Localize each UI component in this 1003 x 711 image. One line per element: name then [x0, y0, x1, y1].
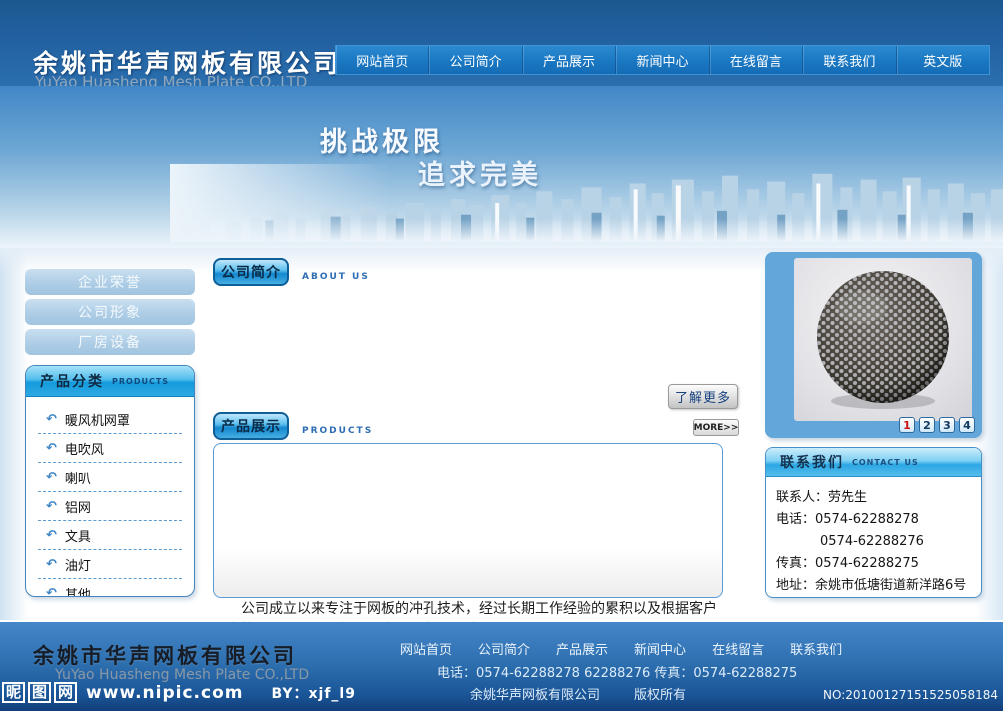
contact-title: 联系我们 [780, 452, 844, 472]
learn-more-button[interactable]: 了解更多 [668, 384, 738, 409]
category-label: 其他 [65, 584, 91, 597]
site-header: 余姚市华声网板有限公司 YuYao Huasheng Mesh Plate CO… [0, 0, 1003, 86]
page: 余姚市华声网板有限公司 YuYao Huasheng Mesh Plate CO… [0, 0, 1003, 711]
sidebar-button-honors[interactable]: 企业荣誉 [25, 269, 195, 295]
footer-nav-contact[interactable]: 联系我们 [790, 639, 842, 658]
page-button-1[interactable]: 1 [899, 417, 915, 433]
contact-fax: 传真：0574-62288275 [776, 553, 971, 575]
footer-nav: 网站首页 公司简介 产品展示 新闻中心 在线留言 联系我们 [400, 639, 842, 658]
contact-person: 联系人：劳先生 [776, 487, 971, 509]
page-button-4[interactable]: 4 [959, 417, 975, 433]
footer-copyright-name: 余姚华声网板有限公司 [470, 688, 600, 703]
footer-nav-products[interactable]: 产品展示 [556, 639, 608, 658]
curved-arrow-icon: ↶ [46, 528, 57, 543]
footer-serial-number: NO:20100127151525058184 [823, 688, 998, 702]
nav-item-news[interactable]: 新闻中心 [616, 46, 709, 74]
products-display-box [213, 443, 723, 598]
footer-company-title: 余姚市华声网板有限公司 [33, 640, 297, 670]
hero-banner: 挑战极限 追求完美 [0, 86, 1003, 248]
footer-phone-line: 电话：0574-62288278 62288276 传真：0574-622882… [437, 662, 797, 681]
page-button-2[interactable]: 2 [919, 417, 935, 433]
curved-arrow-icon: ↶ [46, 470, 57, 485]
product-category-title: 产品分类 [40, 371, 104, 391]
nav-item-products[interactable]: 产品展示 [523, 46, 616, 74]
tab-about[interactable]: 公司简介 [213, 258, 289, 286]
category-label: 电吹风 [65, 439, 104, 458]
gallery-pagination: 1 2 3 4 [899, 417, 975, 433]
watermark-logo-char: 图 [28, 682, 51, 703]
category-item-speaker[interactable]: ↶ 喇叭 [38, 463, 182, 492]
footer-copyright-suffix: 版权所有 [634, 688, 686, 703]
contact-subtitle: CONTACT US [852, 458, 919, 467]
watermark-author: BY：xjf_l9 [271, 683, 356, 703]
contact-header: 联系我们 CONTACT US [766, 448, 981, 477]
curved-arrow-icon: ↶ [46, 586, 57, 597]
tab-products[interactable]: 产品展示 [213, 412, 289, 440]
page-button-3[interactable]: 3 [939, 417, 955, 433]
footer-nav-about[interactable]: 公司简介 [478, 639, 530, 658]
category-item-other[interactable]: ↶ 其他 [38, 579, 182, 597]
footer-nav-news[interactable]: 新闻中心 [634, 639, 686, 658]
watermark-logo-char: 网 [54, 682, 77, 703]
watermark-url: www.nipic.com [86, 683, 243, 703]
contact-info: 联系人：劳先生 电话：0574-62288278 0574-62288276 传… [766, 477, 981, 597]
nav-item-home[interactable]: 网站首页 [336, 46, 429, 74]
category-item-aluminum-mesh[interactable]: ↶ 铝网 [38, 492, 182, 521]
footer-nav-feedback[interactable]: 在线留言 [712, 639, 764, 658]
category-label: 油灯 [65, 555, 91, 574]
main-nav: 网站首页 公司简介 产品展示 新闻中心 在线留言 联系我们 英文版 [335, 45, 990, 75]
footer-nav-home[interactable]: 网站首页 [400, 639, 452, 658]
contact-phone-1: 电话：0574-62288278 [776, 509, 971, 531]
category-item-hairdryer[interactable]: ↶ 电吹风 [38, 434, 182, 463]
category-item-heater-mesh[interactable]: ↶ 暖风机网罩 [38, 405, 182, 434]
curved-arrow-icon: ↶ [46, 412, 57, 427]
product-photo [794, 258, 972, 421]
about-en-label: ABOUT US [302, 272, 370, 282]
banner-slogan-line2: 追求完美 [418, 153, 542, 192]
product-category-panel: 产品分类 PRODUCTS ↶ 暖风机网罩 ↶ 电吹风 ↶ 喇叭 ↶ 铝网 ↶ [25, 365, 195, 597]
product-category-header: 产品分类 PRODUCTS [26, 366, 194, 397]
watermark-logo-char: 昵 [2, 682, 25, 703]
curved-arrow-icon: ↶ [46, 441, 57, 456]
products-en-label: PRODUCTS [302, 426, 373, 436]
contact-phone-2: 0574-62288276 [776, 531, 971, 553]
footer-copyright: 余姚华声网板有限公司 版权所有 [470, 684, 686, 703]
sidebar-button-image[interactable]: 公司形象 [25, 299, 195, 325]
more-button[interactable]: MORE>> [693, 419, 739, 436]
nipic-watermark: 昵 图 网 www.nipic.com BY：xjf_l9 [2, 682, 356, 703]
curved-arrow-icon: ↶ [46, 499, 57, 514]
nav-item-feedback[interactable]: 在线留言 [710, 46, 803, 74]
sidebar-button-factory[interactable]: 厂房设备 [25, 329, 195, 355]
nav-item-about[interactable]: 公司简介 [429, 46, 522, 74]
main-content: 企业荣誉 公司形象 厂房设备 产品分类 PRODUCTS ↶ 暖风机网罩 ↶ 电… [0, 248, 1003, 620]
product-gallery-panel: 1 2 3 4 [765, 252, 982, 438]
category-label: 铝网 [65, 497, 91, 516]
nav-item-english[interactable]: 英文版 [897, 46, 989, 74]
contact-panel: 联系我们 CONTACT US 联系人：劳先生 电话：0574-62288278… [765, 447, 982, 598]
category-label: 喇叭 [65, 468, 91, 487]
category-label: 暖风机网罩 [65, 410, 130, 429]
product-category-list: ↶ 暖风机网罩 ↶ 电吹风 ↶ 喇叭 ↶ 铝网 ↶ 文具 ↶ 油灯 [26, 397, 194, 597]
footer-company-subtitle: YuYao Huasheng Mesh Plate CO.,LTD [55, 667, 309, 683]
category-item-oil-lamp[interactable]: ↶ 油灯 [38, 550, 182, 579]
contact-address: 地址：余姚市低塘街道新洋路6号 [776, 575, 971, 597]
category-item-stationery[interactable]: ↶ 文具 [38, 521, 182, 550]
nav-item-contact[interactable]: 联系我们 [803, 46, 896, 74]
skyline-fade-overlay [170, 164, 390, 242]
mesh-dome-image [803, 265, 963, 415]
category-label: 文具 [65, 526, 91, 545]
product-category-subtitle: PRODUCTS [112, 377, 169, 386]
curved-arrow-icon: ↶ [46, 557, 57, 572]
site-footer: 余姚市华声网板有限公司 YuYao Huasheng Mesh Plate CO… [0, 622, 1003, 711]
